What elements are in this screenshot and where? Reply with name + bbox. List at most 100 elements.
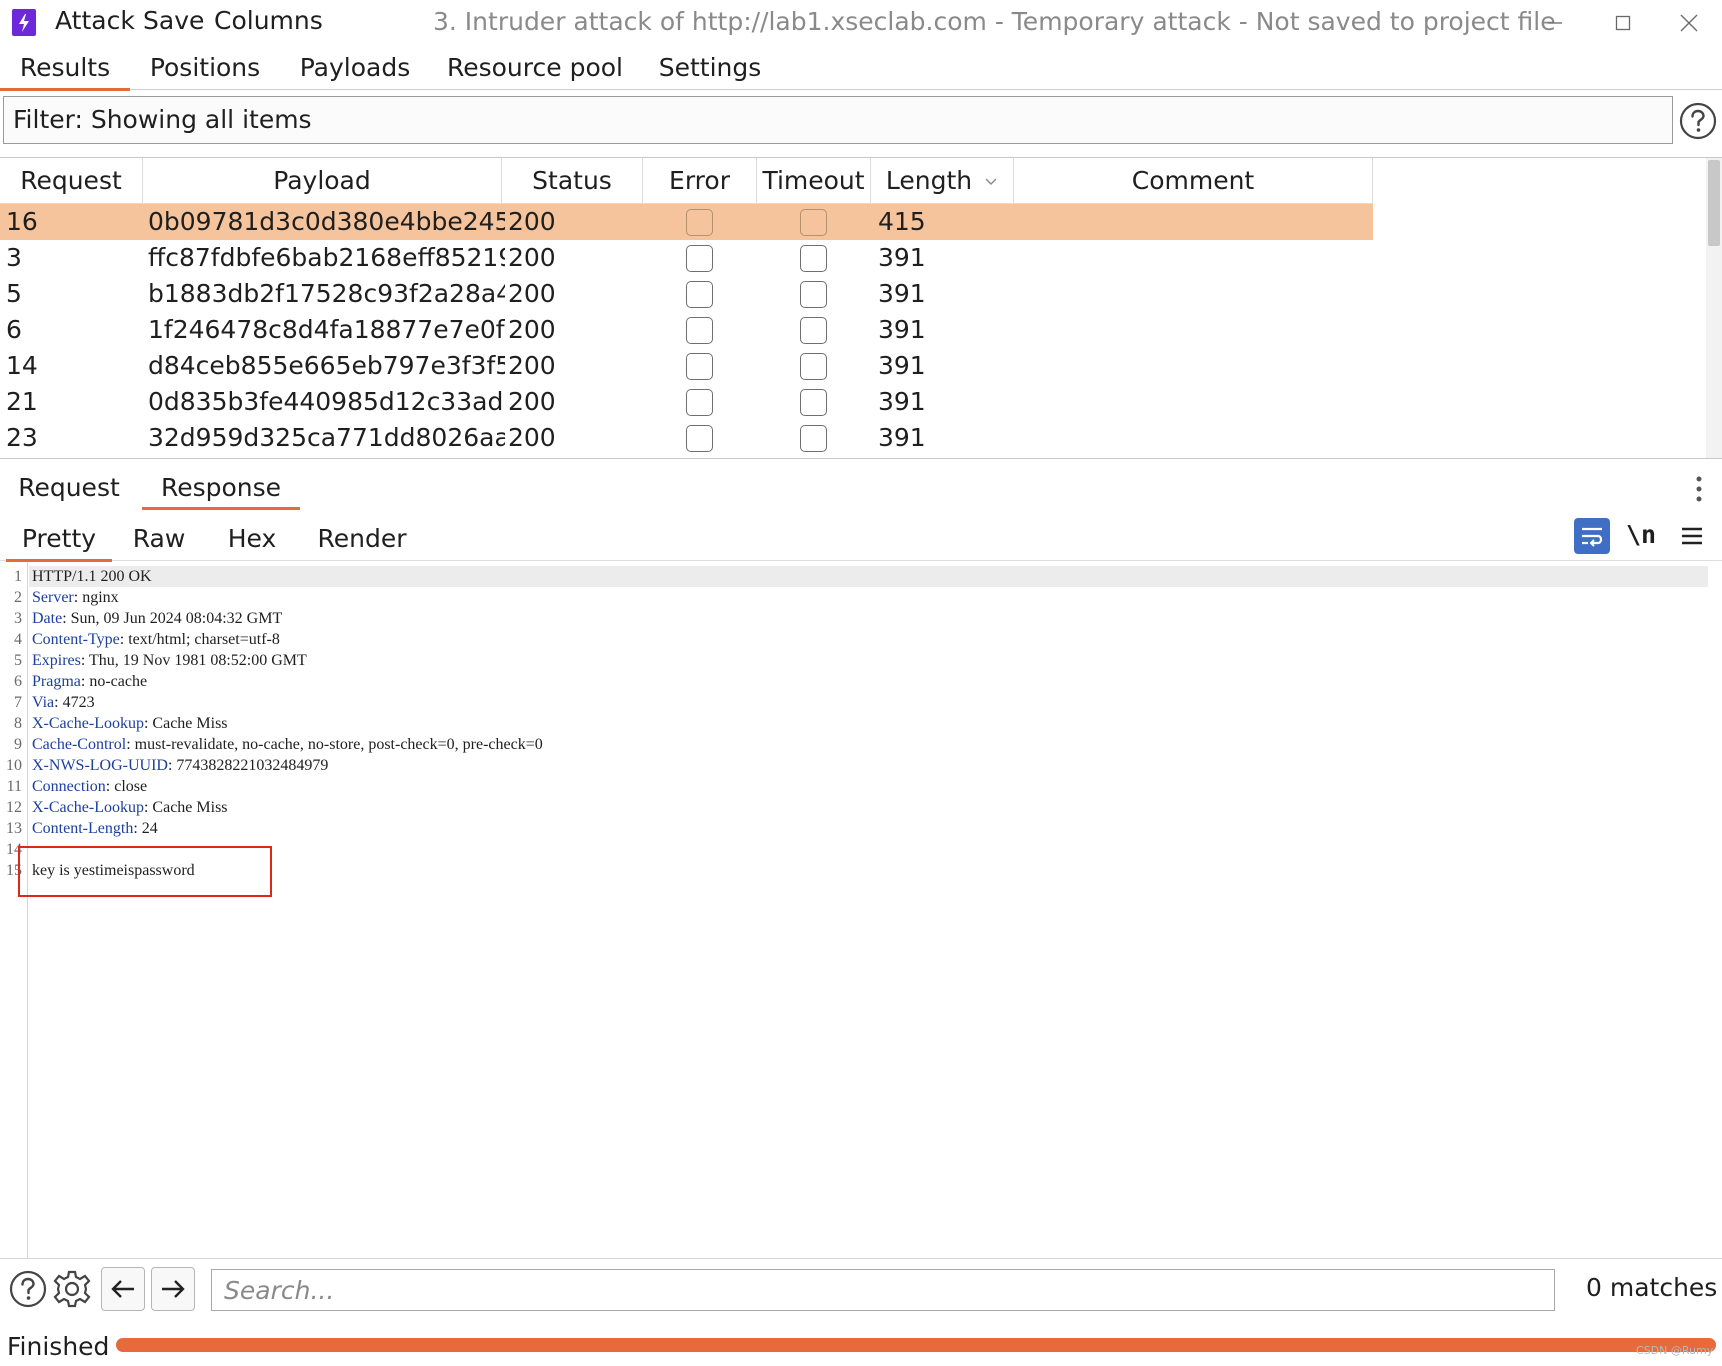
code-line: Server: nginx	[32, 587, 119, 608]
help-icon	[1679, 102, 1717, 140]
col-comment[interactable]: Comment	[1014, 158, 1373, 204]
watermark: CSDN @Rumy	[1636, 1344, 1714, 1357]
cell-comment	[1020, 348, 1360, 384]
table-row[interactable]: 14 d84ceb855e665eb797e3f3f56…200 391	[0, 348, 1373, 384]
status-text: Finished	[7, 1332, 110, 1361]
checkbox-timeout	[800, 317, 827, 344]
col-status[interactable]: Status	[502, 158, 643, 204]
tab-hex[interactable]: Hex	[218, 517, 286, 561]
menu-save[interactable]: Save	[143, 6, 204, 35]
filter-help-button[interactable]	[1679, 102, 1717, 140]
checkbox-error	[686, 353, 713, 380]
header-name: Server	[32, 589, 74, 606]
line-number: 9	[14, 736, 22, 753]
tab-render[interactable]: Render	[310, 517, 414, 561]
code-line: Cache-Control: must-revalidate, no-cache…	[32, 734, 543, 755]
line-number: 5	[14, 652, 22, 669]
checkbox-error	[686, 389, 713, 416]
cell-request: 16	[6, 207, 38, 236]
cell-comment	[1020, 240, 1360, 276]
cell-payload: 0b09781d3c0d380e4bbe245e…	[148, 207, 505, 236]
header-name: Connection	[32, 778, 106, 795]
header-value: : Cache Miss	[143, 799, 228, 816]
col-error[interactable]: Error	[643, 158, 757, 204]
header-name: Pragma	[32, 673, 81, 690]
col-timeout[interactable]: Timeout	[757, 158, 871, 204]
col-length-label: Length	[885, 166, 973, 195]
table-header: Request Payload Status Error Timeout Len…	[0, 158, 1373, 204]
minimize-icon	[1548, 22, 1562, 24]
line-number: 1	[14, 568, 22, 585]
tab-settings[interactable]: Settings	[650, 46, 770, 90]
table-row[interactable]: 23 32d959d325ca771dd8026aa8…200 391	[0, 420, 1373, 456]
next-match-button[interactable]	[151, 1267, 195, 1311]
editor-menu-button[interactable]	[1678, 522, 1706, 550]
table-row[interactable]: 5 b1883db2f17528c93f2a28a43…200 391	[0, 276, 1373, 312]
cell-payload: d84ceb855e665eb797e3f3f56…	[148, 351, 505, 380]
cell-length: 415	[878, 207, 926, 236]
table-row[interactable]: 6 1f246478c8d4fa18877e7e0f0…200 391	[0, 312, 1373, 348]
word-wrap-button[interactable]	[1574, 518, 1610, 554]
cell-comment	[1020, 312, 1360, 348]
filter-bar[interactable]: Filter: Showing all items	[3, 96, 1673, 144]
table-row[interactable]: 21 0d835b3fe440985d12c33ad2… 200 391	[0, 384, 1373, 420]
cell-length: 391	[878, 351, 926, 380]
close-button[interactable]	[1666, 8, 1712, 38]
cell-payload: 32d959d325ca771dd8026aa8…	[148, 423, 505, 452]
tab-response[interactable]: Response	[142, 466, 300, 510]
attack-progress-bar	[116, 1338, 1716, 1352]
arrow-right-icon	[162, 1280, 185, 1298]
code-line: Via: 4723	[32, 692, 95, 713]
line-number: 4	[14, 631, 22, 648]
cell-comment	[1020, 276, 1360, 312]
cell-length: 391	[878, 423, 926, 452]
table-row[interactable]: 16 0b09781d3c0d380e4bbe245e…200 415	[0, 204, 1373, 240]
line-number: 13	[6, 820, 22, 837]
tab-request[interactable]: Request	[10, 466, 128, 510]
col-length[interactable]: Length	[871, 158, 1014, 204]
line-number: 11	[6, 778, 22, 795]
menu-columns[interactable]: Columns	[214, 6, 323, 35]
tab-resource-pool[interactable]: Resource pool	[440, 46, 630, 90]
response-editor[interactable]: 1 2 3 4 5 6 7 8 9 10 11 12 13 14 15 HTTP/1.1 200 OK Ser…	[0, 562, 1722, 1258]
tab-raw[interactable]: Raw	[124, 517, 194, 561]
code-line: X-NWS-LOG-UUID: 7743828221032484979	[32, 755, 328, 776]
line-number: 12	[6, 799, 22, 816]
hamburger-menu-icon	[1682, 527, 1702, 545]
search-input[interactable]	[211, 1269, 1555, 1311]
tab-pretty[interactable]: Pretty	[6, 517, 112, 562]
annotation-highlight-box	[18, 846, 272, 897]
cell-length: 391	[878, 243, 926, 272]
table-row[interactable]: 3 ffc87fdbfe6bab2168eff85219c…200 391	[0, 240, 1373, 276]
tab-results[interactable]: Results	[0, 46, 130, 91]
cell-payload: ffc87fdbfe6bab2168eff85219c…	[148, 243, 505, 272]
more-options-button[interactable]	[1686, 474, 1712, 504]
arrow-left-icon	[111, 1280, 134, 1298]
tab-positions[interactable]: Positions	[140, 46, 270, 90]
table-scrollbar-thumb[interactable]	[1708, 160, 1720, 246]
checkbox-error	[686, 425, 713, 452]
current-line-highlight	[29, 566, 1708, 587]
checkbox-error	[686, 245, 713, 272]
cell-request: 14	[6, 351, 38, 380]
menu-attack[interactable]: Attack	[55, 6, 135, 35]
col-payload[interactable]: Payload	[143, 158, 502, 204]
minimize-button[interactable]	[1532, 8, 1578, 38]
checkbox-timeout	[800, 353, 827, 380]
view-tabs: Pretty Raw Hex Render	[0, 517, 1722, 562]
search-settings-button[interactable]	[52, 1269, 92, 1309]
tab-payloads[interactable]: Payloads	[290, 46, 420, 90]
header-name: Expires	[32, 652, 81, 669]
col-request[interactable]: Request	[0, 158, 143, 204]
checkbox-error	[686, 281, 713, 308]
cell-request: 21	[6, 387, 38, 416]
header-value: : close	[105, 778, 148, 795]
previous-match-button[interactable]	[101, 1267, 145, 1311]
header-value: : text/html; charset=utf-8	[119, 631, 280, 648]
checkbox-error	[686, 317, 713, 344]
show-newlines-button[interactable]: \n	[1626, 520, 1656, 549]
window-title: 3. Intruder attack of http://lab1.xsecla…	[433, 7, 1556, 36]
maximize-button[interactable]	[1600, 8, 1646, 38]
search-help-button[interactable]	[8, 1269, 48, 1309]
gear-icon	[53, 1270, 91, 1308]
